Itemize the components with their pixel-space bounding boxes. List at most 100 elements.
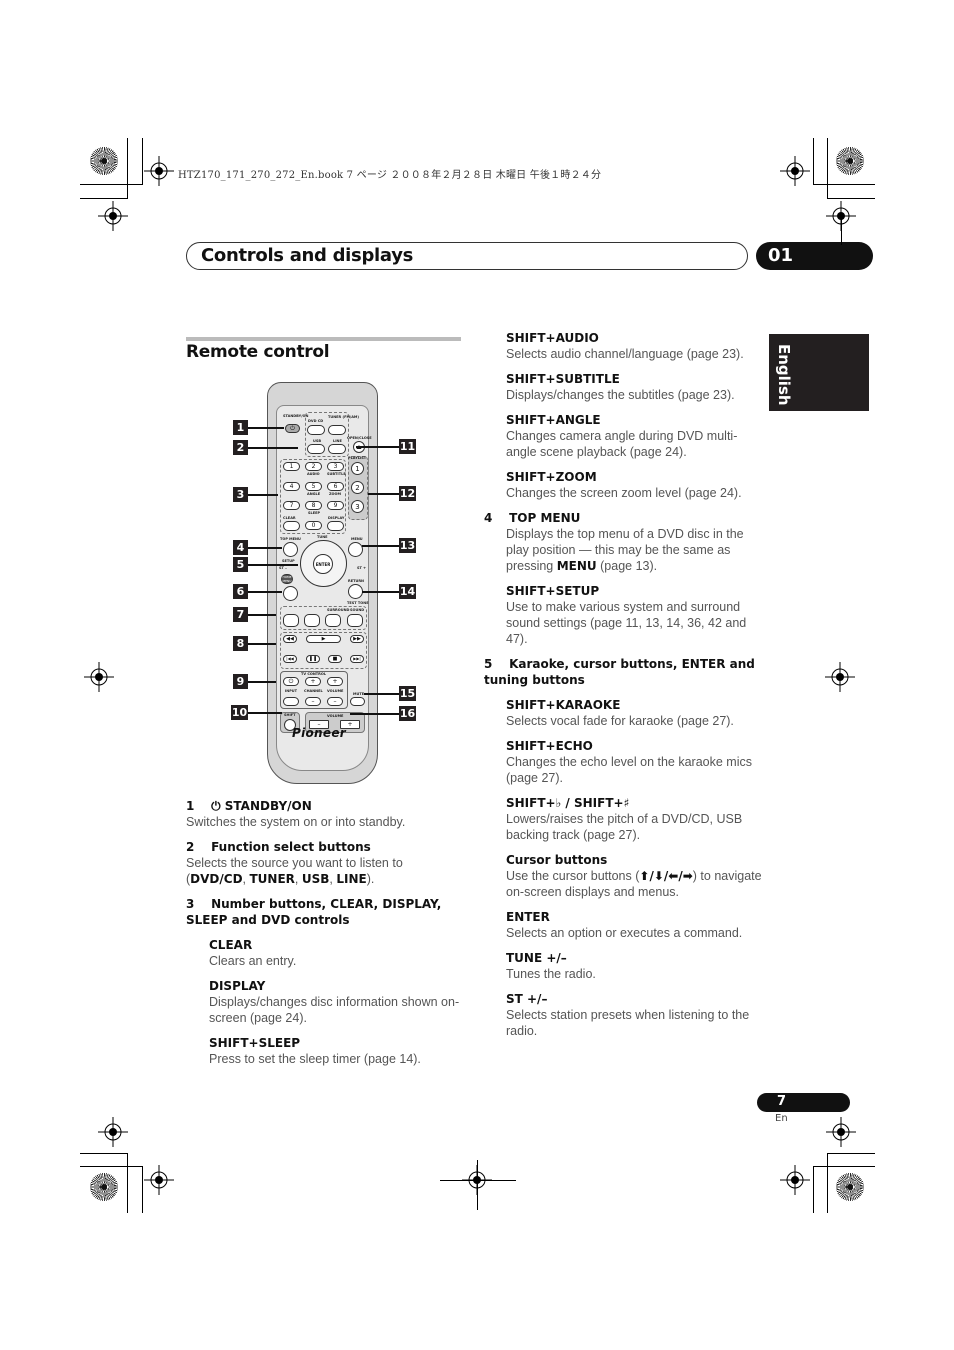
- callout-5: 5: [233, 557, 248, 572]
- label-zoom: ZOOM: [329, 492, 341, 496]
- line-button: [328, 444, 346, 454]
- sub-heading: SHIFT+ANGLE: [506, 413, 601, 427]
- page-language: En: [775, 1113, 788, 1124]
- number-key: 8: [305, 501, 322, 510]
- label-open-close: OPEN/CLOSE: [347, 436, 372, 440]
- playlist-key: 2: [351, 481, 364, 494]
- label-volume: VOLUME: [327, 714, 344, 718]
- label-st-minus: ST –: [279, 566, 287, 570]
- callout-14: 14: [399, 584, 416, 599]
- sound-button: [347, 614, 363, 627]
- item-body: Displays the top menu of a DVD disc in t…: [506, 527, 744, 573]
- playlist-key: 1: [351, 462, 364, 475]
- item-karaoke-cursor: 5 Karaoke, cursor buttons, ENTER and tun…: [484, 656, 764, 688]
- label-line: LINE: [333, 439, 342, 443]
- language-label: English: [775, 344, 793, 406]
- sub-body: Press to set the sleep timer (page 14).: [209, 1052, 421, 1066]
- number-key: 2: [305, 462, 322, 471]
- pause-icon: ❚❚: [306, 655, 320, 663]
- sub-body: Changes the echo level on the karaoke mi…: [506, 755, 752, 785]
- stop-icon: ■: [328, 655, 342, 663]
- label-tuner: TUNER (FM/AM): [328, 415, 360, 419]
- label-tv-volume: VOLUME: [327, 689, 344, 693]
- item-number: 4: [484, 511, 493, 525]
- sub-heading: DISPLAY: [209, 979, 266, 993]
- sub-heading: CLEAR: [209, 938, 253, 952]
- sub-body: Tunes the radio.: [506, 967, 596, 981]
- sub-item-shift-audio: SHIFT+AUDIO Selects audio channel/langua…: [506, 330, 764, 362]
- sub-item-display: DISPLAY Displays/changes disc informatio…: [209, 978, 466, 1026]
- sub-body: Clears an entry.: [209, 954, 297, 968]
- sub-heading: SHIFT+SUBTITLE: [506, 372, 620, 386]
- clear-button: [283, 521, 300, 531]
- label-return: RETURN: [348, 579, 364, 583]
- item-number: 2: [186, 840, 195, 854]
- sub-item-st: ST +/– Selects station presets when list…: [506, 991, 764, 1039]
- label-angle: ANGLE: [307, 492, 321, 496]
- echo-button: [304, 614, 320, 627]
- page-number: 7: [777, 1094, 787, 1109]
- callout-15: 15: [399, 686, 416, 701]
- mute-button: [350, 697, 365, 706]
- item-heading: Karaoke, cursor buttons, ENTER and tunin…: [484, 657, 755, 687]
- fast-forward-icon: ▶▶: [350, 635, 364, 643]
- sub-body: Use to make various system and surround …: [506, 600, 747, 646]
- callout-8: 8: [233, 636, 248, 651]
- sub-body: Selects vocal fade for karaoke (page 27)…: [506, 714, 734, 728]
- registration-mark-icon: [825, 662, 855, 692]
- tv-volume-up-button: +: [327, 677, 343, 686]
- display-button: [327, 521, 344, 531]
- registration-mark-icon: [144, 1165, 174, 1195]
- page-number-badge: 7: [757, 1093, 850, 1112]
- surround-button: [325, 614, 341, 627]
- label-setup: SETUP: [282, 559, 295, 563]
- number-key: 4: [283, 482, 300, 491]
- usb-button: [307, 444, 325, 454]
- sub-item-shift-sleep: SHIFT+SLEEP Press to set the sleep timer…: [209, 1035, 466, 1067]
- sub-item-cursor-buttons: Cursor buttons Use the cursor buttons (⬆…: [506, 852, 764, 900]
- karaoke-button: [283, 614, 299, 627]
- color-rosette-icon: [90, 1173, 118, 1201]
- playlist-key: 3: [351, 500, 364, 513]
- sub-heading: SHIFT+♭ / SHIFT+♯: [506, 796, 630, 810]
- menu-button: [348, 542, 363, 557]
- power-icon: ⏻: [211, 799, 221, 813]
- tuner-button: [328, 425, 346, 435]
- sub-item-shift-echo: SHIFT+ECHO Changes the echo level on the…: [506, 738, 764, 786]
- sub-body: Selects audio channel/language (page 23)…: [506, 347, 744, 361]
- number-key: 0: [305, 521, 322, 530]
- label-shift: SHIFT: [284, 713, 296, 717]
- label-sleep: SLEEP: [308, 511, 321, 515]
- registration-mark-icon: [826, 1117, 856, 1147]
- cursor-arrows-icon: ⬆/⬇/⬅/➡: [639, 869, 693, 883]
- callout-2: 2: [233, 440, 248, 455]
- sub-body: Changes camera angle during DVD multi-an…: [506, 429, 738, 459]
- section-rule: [186, 337, 461, 341]
- number-key: 1: [283, 462, 300, 471]
- item-body: Selects the source you want to listen to…: [186, 856, 403, 886]
- label-subtitle: SUBTITLE: [327, 472, 346, 476]
- registration-mark-icon: [84, 662, 114, 692]
- sub-body: Lowers/raises the pitch of a DVD/CD, USB…: [506, 812, 743, 842]
- sub-body: Selects station presets when listening t…: [506, 1008, 750, 1038]
- sub-item-shift-subtitle: SHIFT+SUBTITLE Displays/changes the subt…: [506, 371, 764, 403]
- callout-13: 13: [399, 538, 416, 553]
- language-tab: English: [769, 334, 869, 411]
- sub-heading: SHIFT+SLEEP: [209, 1036, 301, 1050]
- sub-item-shift-zoom: SHIFT+ZOOM Changes the screen zoom level…: [506, 469, 764, 501]
- registration-mark-icon: [780, 156, 810, 186]
- sub-body: Displays/changes the subtitles (page 23)…: [506, 388, 735, 402]
- label-test-tone: TEST TONE: [347, 601, 369, 605]
- item-heading: STANDBY/ON: [224, 799, 312, 813]
- label-mute: MUTE: [353, 692, 365, 696]
- remote-control-illustration: STANDBY/ON ⏻ DVD CD TUNER (FM/AM) USB LI…: [267, 382, 378, 784]
- sub-heading: SHIFT+KARAOKE: [506, 698, 621, 712]
- chapter-number-badge: 01: [756, 242, 873, 270]
- item-heading: TOP MENU: [509, 511, 581, 525]
- label-clear: CLEAR: [283, 516, 296, 520]
- number-key: 5: [305, 482, 322, 491]
- next-icon: ▶▶|: [350, 655, 364, 663]
- sub-body: Changes the screen zoom level (page 24).: [506, 486, 742, 500]
- home-menu-button: [283, 586, 298, 601]
- chapter-title: Controls and displays: [201, 245, 414, 266]
